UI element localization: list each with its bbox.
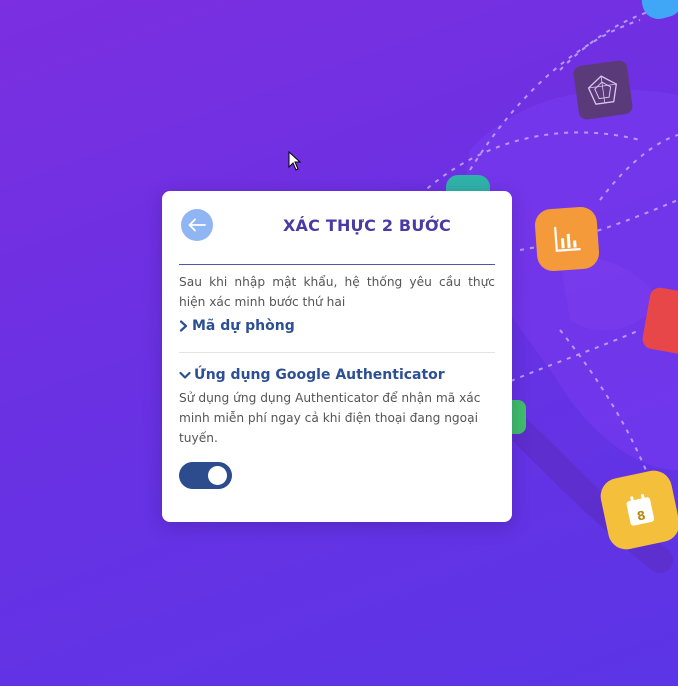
backup-codes-label: Mã dự phòng: [192, 318, 295, 334]
chevron-down-icon: [179, 371, 191, 379]
toggle-knob: [208, 466, 227, 485]
arrow-left-icon: [188, 218, 206, 232]
chevron-right-icon: [179, 320, 188, 332]
authenticator-toggle[interactable]: [179, 462, 232, 489]
two-step-verification-card: XÁC THỰC 2 BƯỚC Sau khi nhập mật khẩu, h…: [162, 191, 512, 522]
radar-chart-icon: [587, 75, 618, 105]
calendar-icon: 8: [626, 494, 655, 526]
back-button[interactable]: [181, 209, 213, 241]
backup-codes-link[interactable]: Mã dự phòng: [179, 318, 295, 334]
calendar-tile: 8: [597, 467, 678, 553]
radar-chart-tile: [572, 59, 634, 121]
bar-chart-tile: [533, 205, 601, 273]
bar-chart-icon: [554, 226, 581, 252]
authenticator-heading: Ứng dụng Google Authenticator: [194, 367, 445, 383]
verification-description: Sau khi nhập mật khẩu, hệ thống yêu cầu …: [179, 275, 495, 309]
title-divider: [179, 264, 495, 265]
section-divider: [179, 352, 495, 353]
authenticator-section-toggle[interactable]: Ứng dụng Google Authenticator: [179, 367, 445, 383]
page-title: XÁC THỰC 2 BƯỚC: [283, 216, 451, 235]
authenticator-description: Sử dụng ứng dụng Authenticator để nhận m…: [179, 391, 481, 445]
mouse-cursor-icon: [288, 151, 302, 171]
